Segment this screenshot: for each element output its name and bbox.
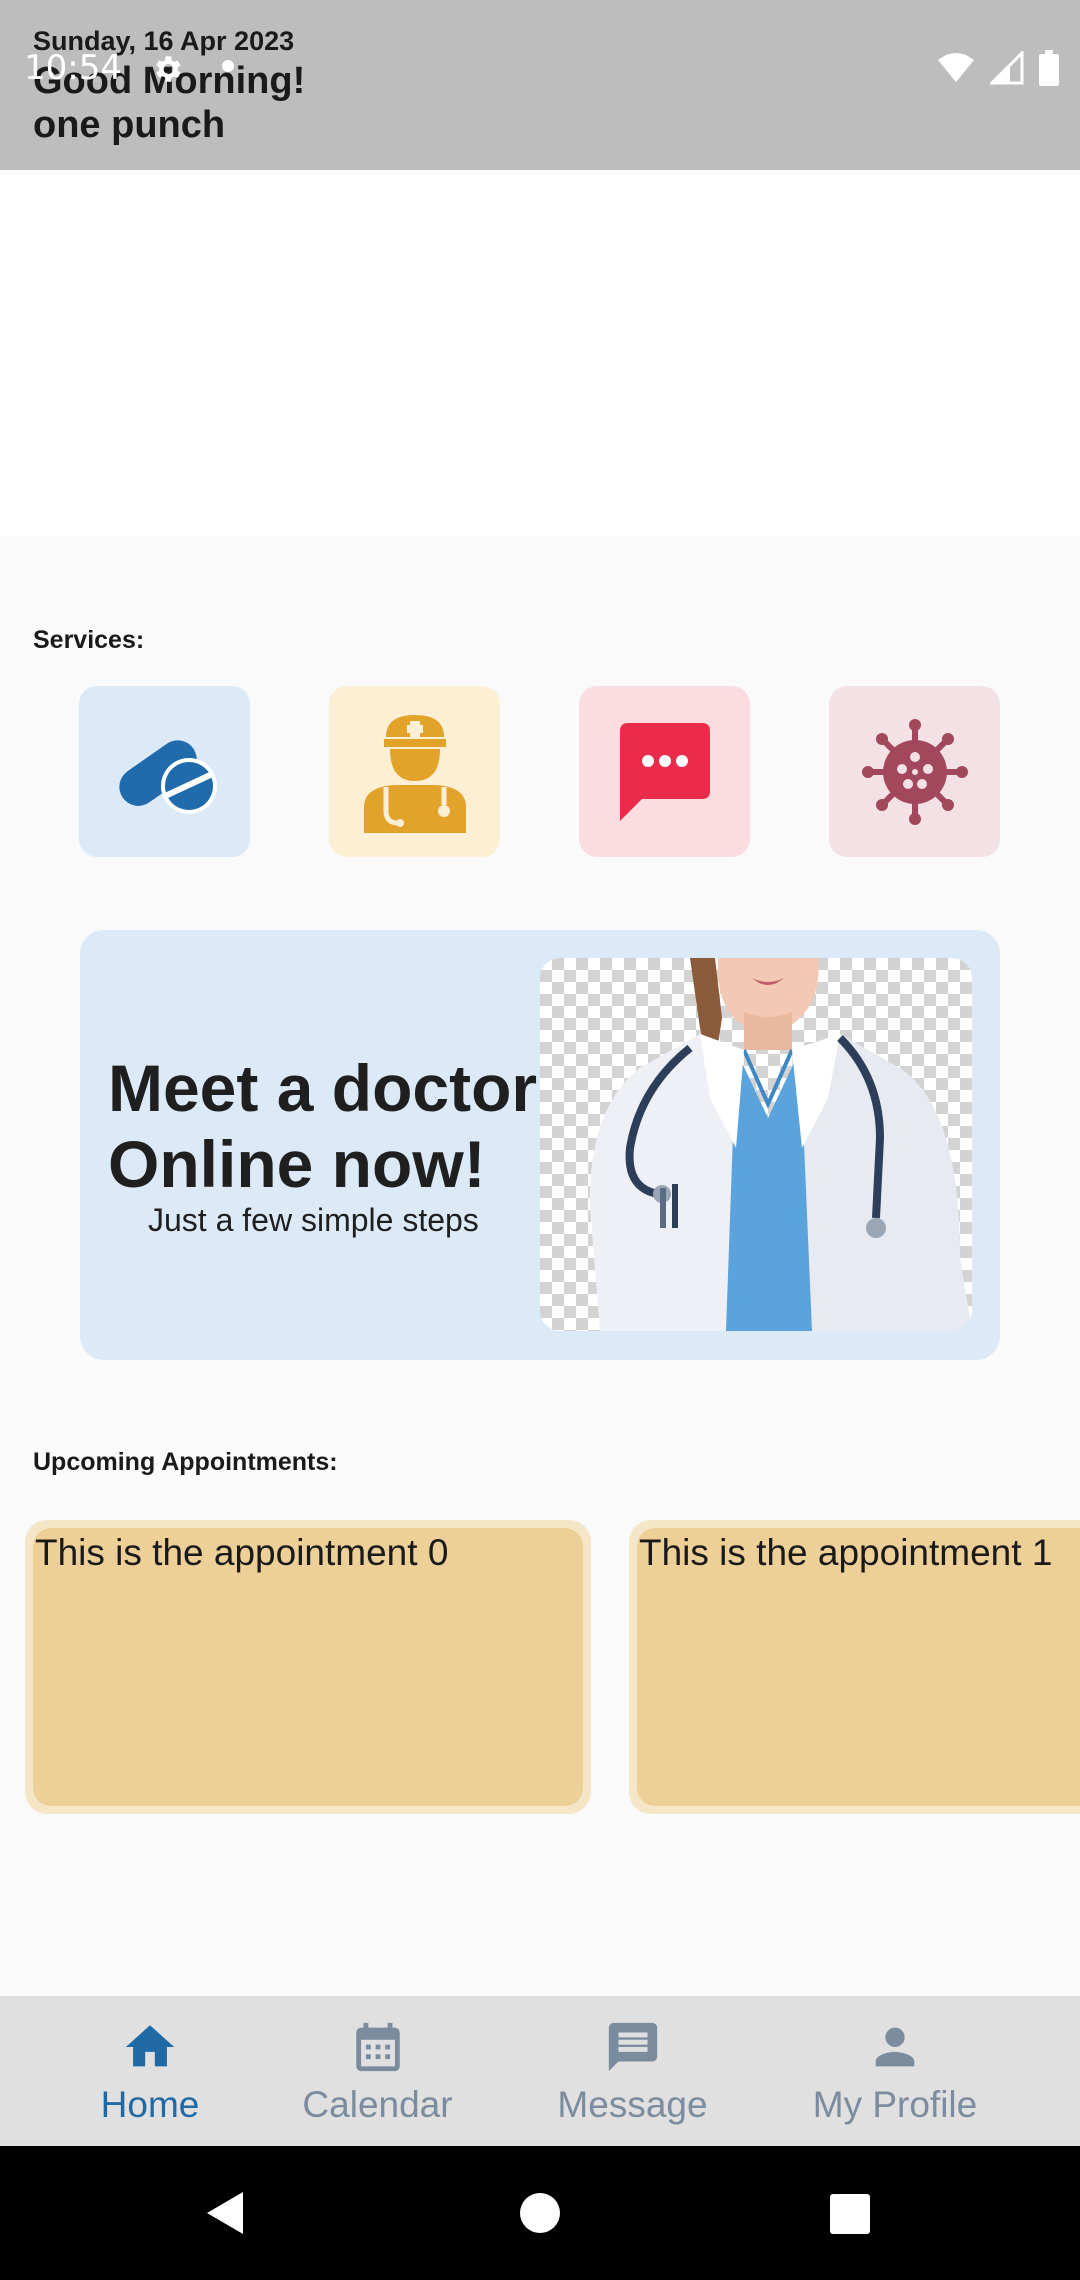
nav-my-profile[interactable]: My Profile (800, 1996, 990, 2146)
nav-calendar-label: Calendar (302, 2084, 453, 2125)
appointment-card-1[interactable]: This is the appointment 1 (629, 1520, 1080, 1814)
username-label: one punch (33, 104, 226, 146)
back-icon[interactable] (203, 2190, 247, 2236)
virus-icon (861, 718, 968, 825)
status-time: 10:54 (24, 48, 122, 88)
services-title: Services: (33, 626, 145, 654)
bottom-navigation: Home Calendar Message My Profile (0, 1996, 1080, 2146)
service-virus-button[interactable] (829, 686, 1000, 857)
app-header: Sunday, 16 Apr 2023 Good Morning! one pu… (0, 0, 1080, 170)
calendar-icon (355, 2022, 400, 2072)
battery-icon (1039, 50, 1059, 86)
system-navigation-bar (0, 2146, 1080, 2280)
doctor-image (540, 958, 972, 1331)
gear-icon (156, 56, 181, 82)
recents-icon[interactable] (829, 2193, 871, 2235)
service-pills-button[interactable] (79, 686, 250, 857)
service-chat-button[interactable] (579, 686, 750, 857)
nav-home-label: Home (100, 2084, 200, 2125)
appointment-text: This is the appointment 1 (639, 1532, 1053, 1573)
appointment-card-0[interactable]: This is the appointment 0 (25, 1520, 591, 1814)
nav-calendar[interactable]: Calendar (295, 1996, 460, 2146)
banner-title-line2: Online now! (108, 1127, 486, 1201)
nav-message[interactable]: Message (545, 1996, 720, 2146)
empty-content-area (0, 170, 1080, 536)
home-circle-icon[interactable] (519, 2192, 561, 2234)
home-icon (125, 2025, 175, 2067)
doctor-illustration (589, 958, 972, 1331)
appointment-card-body: This is the appointment 0 (33, 1528, 583, 1806)
doctor-icon (363, 714, 466, 833)
service-doctor-button[interactable] (329, 686, 500, 857)
banner-title-line1: Meet a doctor (108, 1051, 538, 1125)
nav-message-label: Message (557, 2084, 708, 2125)
appointments-title: Upcoming Appointments: (33, 1448, 338, 1476)
nav-my-profile-label: My Profile (812, 2084, 978, 2125)
signal-icon (990, 51, 1024, 85)
wifi-icon (938, 53, 974, 82)
chat-icon (619, 722, 710, 821)
pills-icon (118, 739, 217, 814)
meet-doctor-banner[interactable]: Meet a doctor Online now! Just a few sim… (80, 930, 1000, 1360)
person-icon (875, 2027, 915, 2067)
nav-home[interactable]: Home (90, 1996, 210, 2146)
notification-dot-icon (222, 60, 234, 72)
appointment-card-body: This is the appointment 1 (637, 1528, 1080, 1806)
banner-subtitle: Just a few simple steps (148, 1202, 479, 1238)
banner-title: Meet a doctor Online now! (108, 1050, 568, 1202)
message-icon (608, 2022, 657, 2072)
appointment-text: This is the appointment 0 (35, 1532, 449, 1573)
status-icons (936, 48, 1060, 88)
